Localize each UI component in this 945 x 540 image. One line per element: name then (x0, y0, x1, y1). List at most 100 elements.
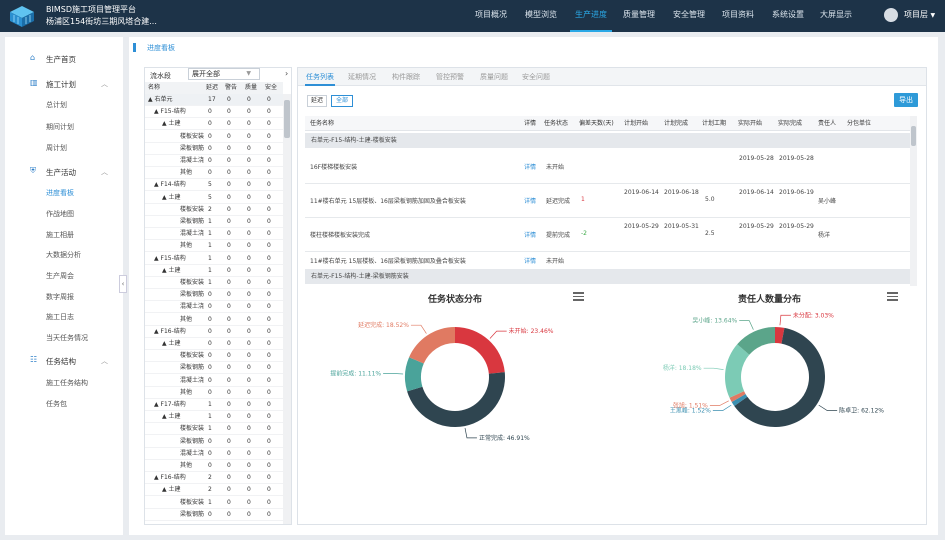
tree-row[interactable]: 楼板安装 0 0 0 0 (145, 131, 283, 143)
nav-production-progress[interactable]: 生产进度 (570, 0, 612, 32)
tree-row[interactable]: 其他 0 0 0 0 (145, 167, 283, 180)
nav-system-settings[interactable]: 系统设置 (767, 0, 809, 32)
export-button[interactable]: 导出 (894, 93, 918, 107)
sidebar-group-plan[interactable]: 施工计划 (46, 79, 76, 90)
tree-row[interactable]: ▲ 土建 1 0 0 0 (145, 411, 283, 424)
tree-row[interactable]: 楼板安装 0 0 0 0 (145, 350, 283, 363)
nav-project-docs[interactable]: 项目资料 (717, 0, 759, 32)
tree-node-name: 其他 (180, 315, 193, 323)
tab-quality-issues[interactable]: 质量问题 (480, 72, 508, 82)
chart-menu-icon[interactable] (573, 292, 584, 301)
tree-row[interactable]: ▲ 土建 0 0 0 0 (145, 118, 283, 131)
tree-row[interactable]: 楼板安装 1 0 0 0 (145, 277, 283, 289)
sidebar-item-weekly-meeting[interactable]: 生产周会 (46, 271, 74, 281)
detail-link[interactable]: 详情 (524, 256, 536, 265)
donut-slice[interactable] (409, 327, 455, 364)
chevron-right-icon[interactable]: › (285, 69, 288, 78)
sidebar-item-photo-album[interactable]: 施工相册 (46, 230, 74, 240)
sidebar-item-period-plan[interactable]: 期间计划 (46, 122, 74, 132)
donut-slice[interactable] (407, 372, 505, 427)
nav-safety[interactable]: 安全管理 (668, 0, 710, 32)
tree-row[interactable]: 其他 0 0 0 0 (145, 387, 283, 399)
tree-header: 名称 延迟 警告 质量 安全 (145, 82, 283, 94)
tree-row[interactable]: 楼板安装 1 0 0 0 (145, 497, 283, 509)
tree-count: 0 (267, 96, 271, 103)
chevron-up-icon[interactable]: ︿ (101, 356, 108, 366)
collapse-sidebar-button[interactable]: ‹ (119, 275, 127, 293)
tree-row[interactable]: 混凝土浇 0 0 0 0 (145, 155, 283, 167)
tree-row[interactable]: 混凝土浇 0 0 0 0 (145, 301, 283, 314)
tree-scrollbar[interactable] (283, 94, 291, 524)
donut-slice[interactable] (455, 327, 505, 374)
flow-segment-select[interactable]: 展开全部 ▼ (188, 68, 260, 80)
filter-delay-button[interactable]: 延迟 (307, 95, 327, 107)
avatar[interactable] (884, 8, 898, 22)
col-subcontractor: 分包单位 (847, 120, 872, 127)
tree-row[interactable]: 梁板钢筋 0 0 0 0 (145, 362, 283, 375)
sidebar-item-home[interactable]: 生产首页 (46, 54, 76, 65)
tree-row[interactable]: ▲ 右单元 17 0 0 0 (145, 94, 283, 106)
tab-safety-issues[interactable]: 安全问题 (522, 72, 550, 82)
tree-row[interactable]: 楼板安装 2 0 0 0 (145, 204, 283, 216)
tree-row[interactable]: 梁板钢筋 0 0 0 0 (145, 436, 283, 448)
tree-row[interactable]: 梁板钢筋 0 0 0 0 (145, 509, 283, 521)
table-scrollbar[interactable] (910, 116, 917, 286)
sidebar-item-week-plan[interactable]: 周计划 (46, 143, 67, 153)
sidebar-item-today-tasks[interactable]: 当天任务情况 (46, 333, 88, 343)
chevron-up-icon[interactable]: ︿ (101, 79, 108, 89)
donut-slice[interactable] (405, 357, 424, 392)
tree-row[interactable]: 混凝土浇 0 0 0 0 (145, 448, 283, 460)
tree-row[interactable]: 其他 0 0 0 0 (145, 460, 283, 472)
tree-row[interactable]: 梁板钢筋 0 0 0 0 (145, 289, 283, 302)
tree-row[interactable]: ▲ F16-结构 0 0 0 0 (145, 326, 283, 338)
nav-project-overview[interactable]: 项目概况 (470, 0, 512, 32)
tree-row[interactable]: ▲ 土建 5 0 0 0 (145, 192, 283, 204)
sidebar-item-battle-map[interactable]: 作战地图 (46, 209, 74, 219)
sidebar-item-task-package[interactable]: 任务包 (46, 399, 67, 409)
sidebar-item-construction-log[interactable]: 施工日志 (46, 312, 74, 322)
tree-row[interactable]: ▲ 土建 1 0 0 0 (145, 265, 283, 277)
tree-row[interactable]: ▲ F14-结构 5 0 0 0 (145, 179, 283, 192)
tab-delay[interactable]: 延期情况 (348, 72, 376, 82)
tree-count: 0 (247, 388, 251, 396)
detail-link[interactable]: 详情 (524, 162, 536, 171)
project-name[interactable]: 杨浦区154街坊三期风塔合建... (46, 16, 157, 27)
tree-node-name: 混凝土浇 (180, 449, 205, 457)
tab-component-tracking[interactable]: 构件跟踪 (392, 72, 420, 82)
tree-row[interactable]: ▲ 土建 2 0 0 0 (145, 484, 283, 497)
tree-node-name: 混凝土浇 (180, 157, 205, 164)
sidebar-item-big-data[interactable]: 大数据分析 (46, 250, 81, 260)
nav-quality[interactable]: 质量管理 (618, 0, 660, 32)
sidebar-item-master-plan[interactable]: 总计划 (46, 100, 67, 110)
tree-row[interactable]: 楼板安装 1 0 0 0 (145, 423, 283, 436)
tab-task-list[interactable]: 任务列表 (306, 72, 334, 82)
chevron-up-icon[interactable]: ︿ (101, 167, 108, 177)
sidebar-group-activity[interactable]: 生产活动 (46, 167, 76, 178)
tree-count: 0 (227, 181, 231, 189)
sidebar-group-structure[interactable]: 任务结构 (46, 356, 76, 367)
sidebar-item-digital-report[interactable]: 数字周报 (46, 292, 74, 302)
tree-row[interactable]: 其他 0 0 0 0 (145, 314, 283, 326)
nav-big-screen[interactable]: 大屏显示 (815, 0, 857, 32)
tab-control-warning[interactable]: 管控预警 (436, 72, 464, 82)
user-menu[interactable]: 项目层 ▼ (904, 0, 935, 31)
tree-row[interactable]: 梁板钢筋 1 0 0 0 (145, 216, 283, 228)
filter-all-button[interactable]: 全部 (331, 95, 353, 107)
tree-row[interactable]: ▲ F15-结构 1 0 0 0 (145, 253, 283, 265)
sidebar-item-task-structure[interactable]: 施工任务结构 (46, 378, 88, 388)
donut-slice[interactable] (725, 344, 750, 398)
tree-row[interactable]: ▲ F16-结构 2 0 0 0 (145, 472, 283, 485)
tree-row[interactable]: 混凝土浇 0 0 0 0 (145, 375, 283, 387)
tree-row[interactable]: ▲ F15-结构 0 0 0 0 (145, 106, 283, 119)
tree-row[interactable]: 梁板钢筋 0 0 0 0 (145, 143, 283, 155)
tree-row[interactable]: ▲ 土建 0 0 0 0 (145, 338, 283, 350)
nav-model-browse[interactable]: 模型浏览 (520, 0, 562, 32)
tree-count: 0 (247, 303, 251, 311)
detail-link[interactable]: 详情 (524, 196, 536, 205)
detail-link[interactable]: 详情 (524, 230, 536, 239)
chart-menu-icon[interactable] (887, 292, 898, 301)
tree-row[interactable]: 其他 1 0 0 0 (145, 240, 283, 253)
tree-row[interactable]: ▲ F17-结构 1 0 0 0 (145, 399, 283, 411)
sidebar-item-progress-board[interactable]: 进度看板 (46, 188, 74, 198)
tree-row[interactable]: 混凝土浇 1 0 0 0 (145, 228, 283, 241)
